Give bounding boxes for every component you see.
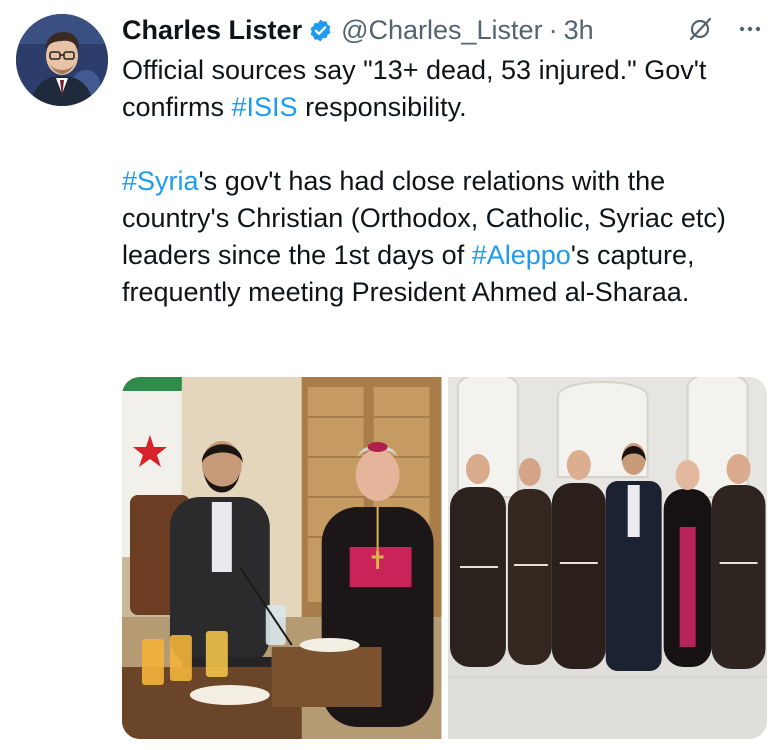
tweet-media xyxy=(122,377,767,739)
header-separator: · xyxy=(548,14,558,45)
media-photo-2[interactable] xyxy=(447,377,767,739)
author-name[interactable]: Charles Lister xyxy=(122,15,302,46)
header-actions xyxy=(683,12,767,46)
author-handle[interactable]: @Charles_Lister xyxy=(341,15,543,46)
photo-group-standing xyxy=(447,377,767,739)
photo-meeting-seated xyxy=(122,377,442,739)
tweet-paragraph: #Syria's gov't has had close relations w… xyxy=(122,163,772,311)
tweet-text: Official sources say "13+ dead, 53 injur… xyxy=(122,52,772,311)
avatar-image xyxy=(16,14,108,106)
tweet-header: Charles Lister @Charles_Lister · 3h xyxy=(122,10,771,50)
hashtag-link[interactable]: #Syria xyxy=(122,166,199,196)
more-icon[interactable] xyxy=(733,12,767,46)
media-photo-1[interactable] xyxy=(122,377,442,739)
tweet-timestamp[interactable]: 3h xyxy=(564,15,594,46)
tweet-paragraph: Official sources say "13+ dead, 53 injur… xyxy=(122,52,772,126)
author-avatar[interactable] xyxy=(16,14,108,106)
verified-badge-icon xyxy=(308,18,333,43)
text-segment: responsibility. xyxy=(297,92,467,122)
grok-icon[interactable] xyxy=(683,12,717,46)
hashtag-link[interactable]: #Aleppo xyxy=(472,240,571,270)
hashtag-link[interactable]: #ISIS xyxy=(232,92,298,122)
